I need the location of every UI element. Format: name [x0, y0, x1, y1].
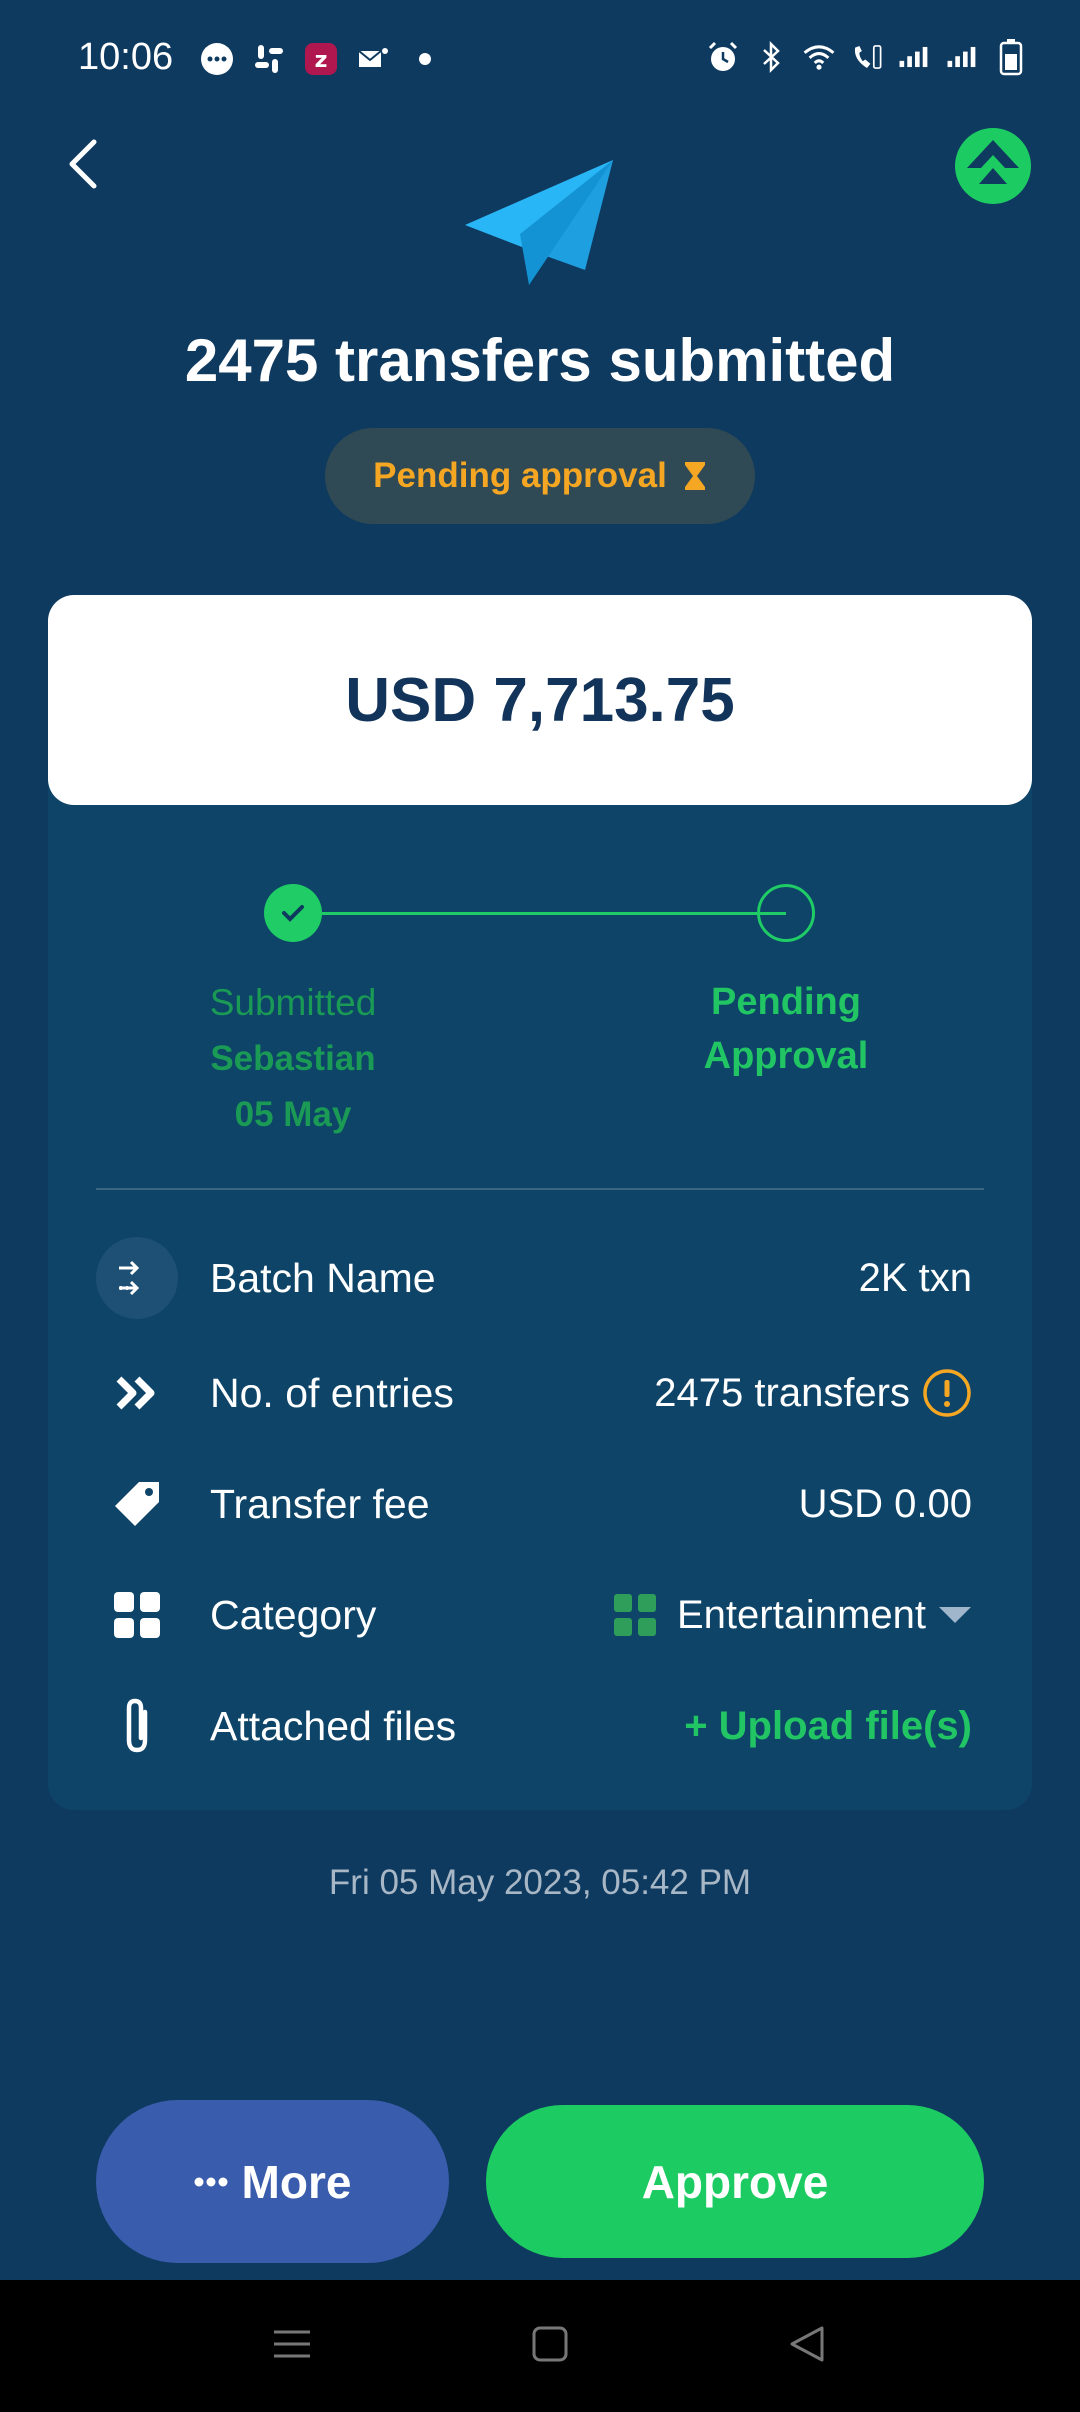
upload-files-link[interactable]: + Upload file(s) [684, 1704, 972, 1749]
category-grid-icon [613, 1594, 656, 1636]
warning-circle-icon[interactable] [922, 1368, 972, 1418]
submitted-timestamp: Fri 05 May 2023, 05:42 PM [328, 1863, 752, 1902]
back-button[interactable] [58, 134, 114, 194]
svg-text:z: z [315, 48, 328, 73]
signal-icon [946, 40, 980, 74]
category-value: Entertainment [676, 1592, 926, 1637]
slack-icon [252, 42, 286, 76]
status-bar: 10:06 z [0, 0, 1080, 120]
dot-icon [408, 42, 442, 76]
mail-icon [356, 42, 390, 76]
chevron-left-icon [69, 139, 97, 189]
more-button-label: More [241, 2155, 352, 2208]
approve-button[interactable]: Approve [486, 2105, 984, 2258]
brand-logo-icon[interactable] [955, 128, 1031, 204]
timeline-step-submitted: Submitted Sebastian 05 May [113, 975, 473, 1143]
detail-label: Transfer fee [210, 1480, 430, 1527]
more-button[interactable]: More [96, 2100, 449, 2263]
detail-label: Batch Name [210, 1254, 436, 1301]
detail-row-transfer-fee: Transfer fee USD 0.00 [96, 1464, 972, 1544]
detail-row-attached-files: Attached files + Upload file(s) [96, 1686, 972, 1766]
battery-icon [994, 39, 1028, 76]
timeline-connector [293, 912, 786, 915]
status-badge-label: Pending approval [373, 456, 667, 495]
hourglass-icon [684, 462, 705, 490]
timeline-step-pending-approval: Pending Approval [606, 975, 966, 1083]
step-status-line2: Approval [703, 1035, 869, 1077]
menu-icon[interactable] [268, 2320, 316, 2368]
detail-label: No. of entries [210, 1369, 454, 1416]
page-title: 2475 transfers submitted [184, 327, 896, 394]
approve-button-label: Approve [641, 2155, 829, 2208]
transfer-arrows-icon [96, 1237, 178, 1319]
home-square-icon[interactable] [526, 2320, 574, 2368]
timeline-step-pending [757, 884, 815, 942]
check-icon [282, 905, 304, 922]
ellipsis-icon [194, 2177, 228, 2186]
detail-value: 2K txn [859, 1256, 972, 1301]
price-tag-icon [96, 1463, 178, 1545]
detail-label: Attached files [210, 1702, 457, 1749]
detail-value: USD 0.00 [799, 1482, 972, 1527]
signal-icon [898, 40, 932, 74]
detail-row-category: Category Entertainment [96, 1575, 972, 1655]
step-status: Submitted [209, 982, 377, 1023]
fee-value: USD 0.00 [798, 1481, 972, 1526]
detail-row-entries: No. of entries 2475 transfers [96, 1353, 972, 1433]
divider [96, 1188, 984, 1190]
double-chevron-icon [96, 1352, 178, 1434]
paper-plane-icon [465, 160, 615, 288]
alarm-icon [706, 40, 740, 74]
total-amount: USD 7,713.75 [345, 665, 735, 735]
system-nav-bar [0, 2280, 1080, 2412]
detail-row-batch-name: Batch Name 2K txn [96, 1237, 972, 1319]
detail-label: Category [210, 1591, 377, 1638]
dropdown-caret-icon [939, 1607, 971, 1623]
zoho-icon: z [304, 42, 338, 76]
category-dropdown[interactable]: Entertainment [613, 1593, 972, 1638]
notification-icons: z [200, 42, 442, 76]
batch-name-value: 2K txn [858, 1255, 972, 1300]
system-icons [706, 39, 1028, 76]
grid-icon [96, 1574, 178, 1656]
status-time: 10:06 [78, 36, 174, 78]
step-status-line1: Pending [711, 981, 861, 1023]
amount-box: USD 7,713.75 [48, 595, 1032, 805]
detail-value: 2475 transfers [654, 1368, 972, 1418]
messages-icon [200, 42, 234, 76]
timeline-step-complete [264, 884, 322, 942]
entries-value: 2475 transfers [654, 1370, 910, 1415]
bluetooth-icon [754, 40, 788, 74]
wifi-calling-icon [850, 40, 884, 74]
back-triangle-icon[interactable] [784, 2320, 832, 2368]
step-by: Sebastian [210, 1039, 376, 1078]
status-badge: Pending approval [325, 428, 755, 524]
paperclip-icon [96, 1685, 178, 1767]
step-date: 05 May [234, 1095, 352, 1134]
wifi-icon [802, 40, 836, 74]
